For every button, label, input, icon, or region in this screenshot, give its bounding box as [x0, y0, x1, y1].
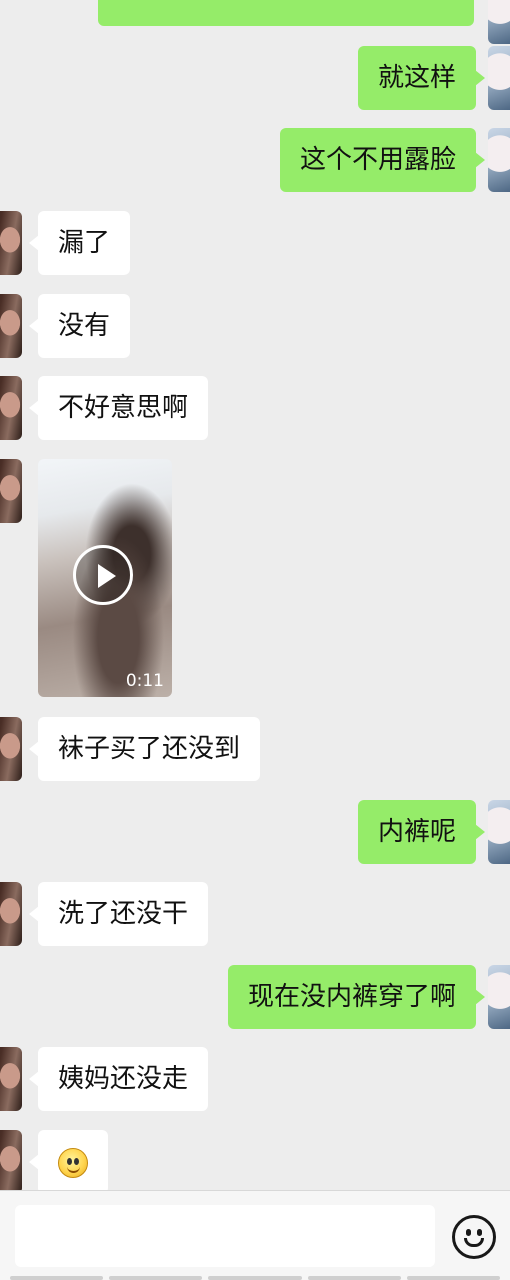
contact-avatar[interactable] — [0, 882, 22, 946]
video-message[interactable]: 0:11 — [38, 459, 172, 697]
previous-message-bubble-fragment — [98, 0, 474, 26]
message-bubble[interactable]: 现在没内裤穿了啊 — [227, 965, 486, 1029]
message-bubble[interactable]: 就这样 — [357, 46, 486, 110]
contact-avatar[interactable] — [0, 459, 22, 523]
message-bubble[interactable]: 这个不用露脸 — [279, 128, 486, 192]
contact-avatar[interactable] — [0, 211, 22, 275]
message-input-bar — [0, 1190, 510, 1280]
message-bubble[interactable]: 漏了 — [28, 211, 131, 275]
message-bubble[interactable]: 没有 — [28, 294, 131, 358]
message-bubble[interactable]: 内裤呢 — [357, 800, 486, 864]
smile-emoji-icon — [58, 1148, 88, 1178]
message-bubble[interactable]: 袜子买了还没到 — [28, 717, 261, 781]
contact-avatar[interactable] — [0, 717, 22, 781]
emoji-face-icon[interactable] — [452, 1215, 496, 1259]
self-avatar[interactable] — [488, 128, 510, 192]
self-avatar[interactable] — [488, 0, 510, 44]
keyboard-top-edge — [0, 1276, 510, 1280]
message-bubble[interactable]: 姨妈还没走 — [28, 1047, 209, 1111]
contact-avatar[interactable] — [0, 376, 22, 440]
message-bubble[interactable]: 不好意思啊 — [28, 376, 209, 440]
self-avatar[interactable] — [488, 46, 510, 110]
message-input[interactable] — [15, 1205, 435, 1267]
play-icon[interactable] — [73, 545, 133, 605]
message-bubble[interactable]: 洗了还没干 — [28, 882, 209, 946]
video-duration: 0:11 — [125, 671, 164, 691]
self-avatar[interactable] — [488, 800, 510, 864]
contact-avatar[interactable] — [0, 1130, 22, 1190]
contact-avatar[interactable] — [0, 1047, 22, 1111]
chat-message-list[interactable]: 就这样 这个不用露脸 漏了 没有 不好意思啊 0:11 袜子买了还没到 内裤呢 — [0, 0, 510, 1190]
self-avatar[interactable] — [488, 965, 510, 1029]
contact-avatar[interactable] — [0, 294, 22, 358]
emoji-message-bubble[interactable] — [29, 1130, 108, 1190]
